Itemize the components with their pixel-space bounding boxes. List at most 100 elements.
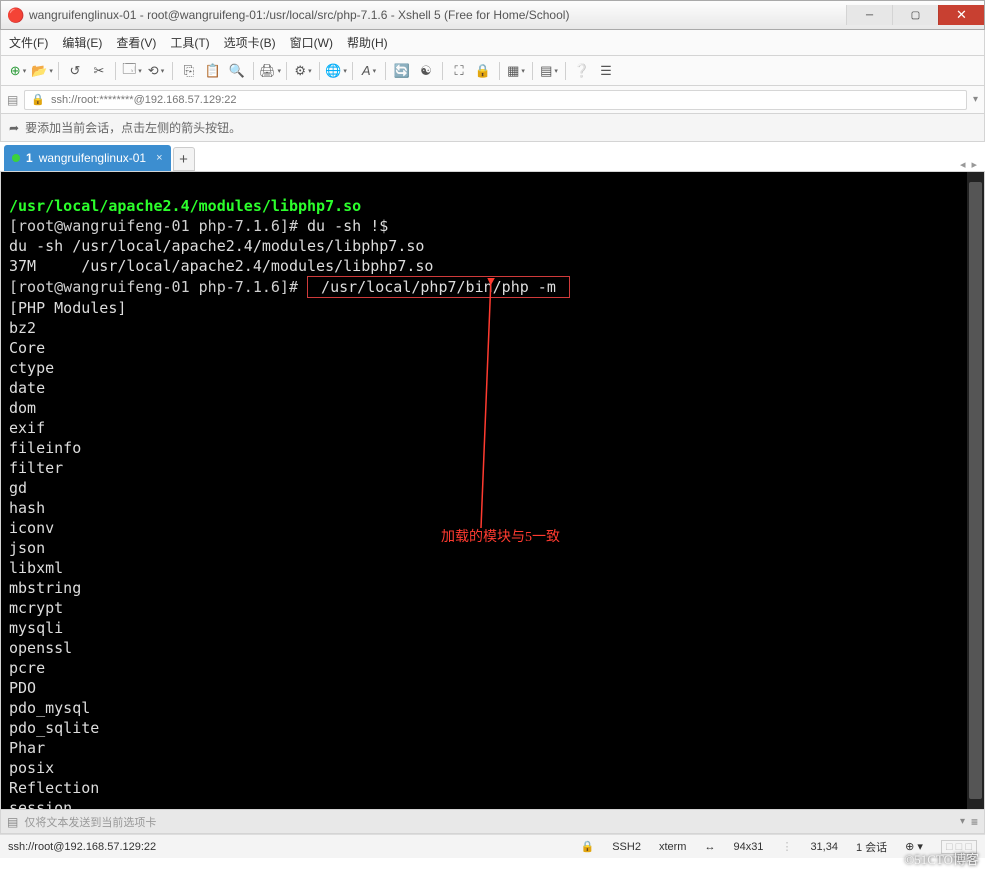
resize-icon: ↔ <box>704 841 715 853</box>
compose-dropdown[interactable]: ▾ <box>960 816 965 827</box>
browser-button[interactable]: 🌐▾ <box>325 60 347 82</box>
terminal-path-line: /usr/local/apache2.4/modules/libphp7.so <box>9 197 361 215</box>
menu-tab[interactable]: 选项卡(B) <box>224 34 276 51</box>
close-button[interactable]: ✕ <box>938 5 984 25</box>
module-line: json <box>9 539 45 557</box>
tab-prev-icon[interactable]: ◂ <box>960 158 966 171</box>
watermark: ©51CTO博客 <box>904 849 979 868</box>
module-line: ctype <box>9 359 54 377</box>
compose-button[interactable]: ▤▾ <box>538 60 560 82</box>
disconnect-button[interactable]: ✂ <box>88 60 110 82</box>
address-text: ssh://root:********@192.168.57.129:22 <box>51 94 236 106</box>
lock-icon: 🔒 <box>31 93 45 106</box>
module-line: openssl <box>9 639 72 657</box>
lock-button[interactable]: 🔒 <box>472 60 494 82</box>
tab-close-icon[interactable]: × <box>156 152 162 164</box>
terminal-scrollbar[interactable] <box>967 172 984 809</box>
find-button[interactable]: 🔍 <box>226 60 248 82</box>
compose-menu-icon[interactable]: ≡ <box>971 815 978 829</box>
module-line: libxml <box>9 559 63 577</box>
status-term: xterm <box>659 841 687 853</box>
compose-icon[interactable]: ▤ <box>7 815 18 829</box>
session-tab-active[interactable]: 1 wangruifenglinux-01 × <box>4 145 171 171</box>
tab-add-button[interactable]: + <box>173 147 195 171</box>
terminal-echo: du -sh /usr/local/apache2.4/modules/libp… <box>9 237 424 255</box>
toolbar-separator <box>253 62 254 80</box>
menu-view[interactable]: 查看(V) <box>116 34 156 51</box>
module-line: mcrypt <box>9 599 63 617</box>
menu-bar: 文件(F) 编辑(E) 查看(V) 工具(T) 选项卡(B) 窗口(W) 帮助(… <box>0 30 985 56</box>
scrollbar-thumb[interactable] <box>969 182 982 799</box>
fullscreen-button[interactable]: ⛶ <box>448 60 470 82</box>
menu-tools[interactable]: 工具(T) <box>170 34 209 51</box>
toolbar-separator <box>442 62 443 80</box>
terminal-prompt: [root@wangruifeng-01 php-7.1.6]# <box>9 217 307 235</box>
module-line: pdo_mysql <box>9 699 90 717</box>
hint-arrow-icon[interactable]: ➦ <box>9 121 19 135</box>
status-cursor-pos: 31,34 <box>810 841 838 853</box>
module-line: PDO <box>9 679 36 697</box>
status-size: 94x31 <box>733 841 763 853</box>
toolbar-separator <box>286 62 287 80</box>
menu-window[interactable]: 窗口(W) <box>290 34 333 51</box>
module-line: hash <box>9 499 45 517</box>
toolbar-separator <box>565 62 566 80</box>
window-title-bar: 🔴 wangruifenglinux-01 - root@wangruifeng… <box>0 0 985 30</box>
module-line: pdo_sqlite <box>9 719 99 737</box>
module-line: iconv <box>9 519 54 537</box>
module-line: date <box>9 379 45 397</box>
color-scheme-button[interactable]: 🔄 <box>391 60 413 82</box>
print-button[interactable]: 🖨▾ <box>259 60 281 82</box>
copy-button[interactable]: ⎘ <box>178 60 200 82</box>
address-input[interactable]: 🔒 ssh://root:********@192.168.57.129:22 <box>24 90 967 110</box>
terminal-cmd: du -sh !$ <box>307 217 388 235</box>
menu-edit[interactable]: 编辑(E) <box>62 34 102 51</box>
help-button[interactable]: ❔ <box>571 60 593 82</box>
module-line: Reflection <box>9 779 99 797</box>
module-line: session <box>9 799 72 810</box>
toolbar-separator <box>319 62 320 80</box>
module-line: dom <box>9 399 36 417</box>
maximize-button[interactable]: ▢ <box>892 5 938 25</box>
module-line: posix <box>9 759 54 777</box>
settings-button[interactable]: ⚙▾ <box>292 60 314 82</box>
terminal-output[interactable]: /usr/local/apache2.4/modules/libphp7.so … <box>0 172 985 810</box>
tile-button[interactable]: ▦▾ <box>505 60 527 82</box>
hint-text: 要添加当前会话，点击左侧的箭头按钮。 <box>25 119 241 136</box>
bookmark-button[interactable]: ☰ <box>595 60 617 82</box>
module-line: gd <box>9 479 27 497</box>
toolbar-separator <box>499 62 500 80</box>
tab-nav: ◂ ▸ <box>960 158 977 171</box>
toolbar-separator <box>115 62 116 80</box>
reconnect-button[interactable]: ↺ <box>64 60 86 82</box>
module-line: exif <box>9 419 45 437</box>
toolbar: ⊕▾ 📂▾ ↺ ✂ 🗔▾ ⟲▾ ⎘ 📋 🔍 🖨▾ ⚙▾ 🌐▾ A▾ 🔄 ☯ ⛶ … <box>0 56 985 86</box>
paste-button[interactable]: 📋 <box>202 60 224 82</box>
compose-input[interactable]: 仅将文本发送到当前选项卡 <box>24 814 954 830</box>
terminal-prompt: [root@wangruifeng-01 php-7.1.6]# <box>9 278 307 296</box>
terminal-header: [PHP Modules] <box>9 299 126 317</box>
toolbar-separator <box>352 62 353 80</box>
expand-icon[interactable]: ▤ <box>7 93 18 107</box>
new-session-button[interactable]: ⊕▾ <box>7 60 29 82</box>
status-sessions: 1 会话 <box>856 839 887 855</box>
menu-file[interactable]: 文件(F) <box>9 34 48 51</box>
minimize-button[interactable]: ─ <box>846 5 892 25</box>
tab-next-icon[interactable]: ▸ <box>971 158 977 171</box>
font-button[interactable]: A▾ <box>358 60 380 82</box>
module-line: mbstring <box>9 579 81 597</box>
session-tabs: 1 wangruifenglinux-01 × + ◂ ▸ <box>0 142 985 172</box>
menu-help[interactable]: 帮助(H) <box>347 34 388 51</box>
properties-button[interactable]: 🗔▾ <box>121 60 143 82</box>
tab-name: wangruifenglinux-01 <box>39 151 146 165</box>
annotation-text: 加载的模块与5一致 <box>441 528 560 548</box>
address-dropdown[interactable]: ▾ <box>973 94 978 105</box>
module-line: fileinfo <box>9 439 81 457</box>
open-button[interactable]: 📂▾ <box>31 60 53 82</box>
hint-bar: ➦ 要添加当前会话，点击左侧的箭头按钮。 <box>0 114 985 142</box>
toolbar-separator <box>58 62 59 80</box>
highlight-button[interactable]: ☯ <box>415 60 437 82</box>
tunneling-button[interactable]: ⟲▾ <box>145 60 167 82</box>
window-title: wangruifenglinux-01 - root@wangruifeng-0… <box>29 8 846 22</box>
highlighted-command: /usr/local/php7/bin/php -m <box>307 276 570 298</box>
